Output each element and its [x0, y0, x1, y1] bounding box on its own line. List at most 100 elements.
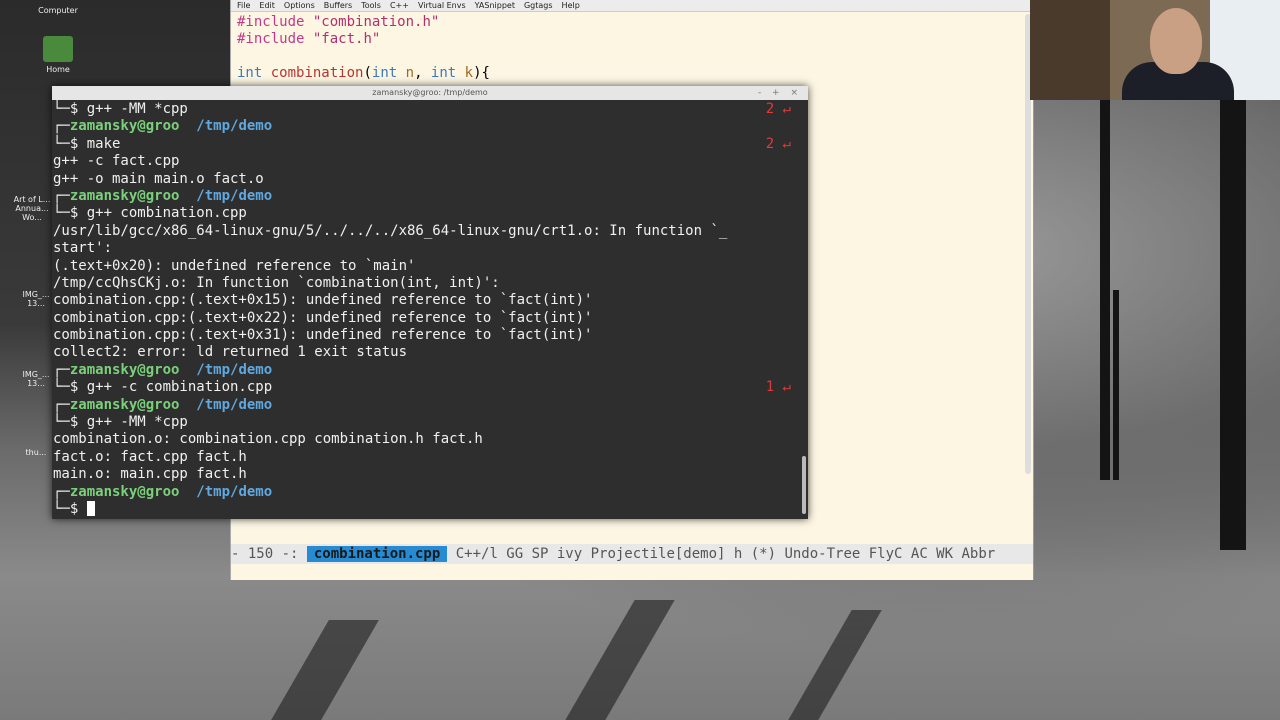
mode-line-prefix: - 150 -: [231, 546, 307, 562]
prompt-user: zamansky@groo [69, 483, 180, 500]
terminal-output-line: g++ -c fact.cpp [53, 153, 180, 170]
wallpaper-shadow [271, 620, 379, 720]
menu-options[interactable]: Options [284, 0, 315, 11]
variable-token: k [464, 65, 474, 81]
prompt-corner: ┌─ [53, 187, 70, 204]
desktop-icon-label: 13... [27, 379, 45, 388]
window-controls[interactable]: - + × [758, 86, 802, 100]
mode-line-buffer-name[interactable]: combination.cpp [306, 546, 448, 562]
desktop-icon-label: IMG_... [22, 370, 50, 379]
menu-edit[interactable]: Edit [259, 0, 275, 11]
terminal-window[interactable]: zamansky@groo: /tmp/demo - + × └─$ g++ -… [52, 86, 808, 519]
terminal-command-line: └─$ g++ combination.cpp [53, 205, 807, 222]
menu-yasnippet[interactable]: YASnippet [475, 0, 515, 11]
editor-buffer[interactable]: #include "combination.h" #include "fact.h… [231, 12, 1033, 84]
terminal-output[interactable]: └─$ g++ -MM *cpp 2 ↵ ┌─zamansky@groo /tmp/… [52, 100, 808, 519]
terminal-output-line: combination.cpp:(.text+0x31): undefined … [53, 327, 593, 344]
wallpaper-shadow [565, 600, 675, 720]
menu-ggtags[interactable]: Ggtags [524, 0, 553, 11]
terminal-output-line: g++ -o main main.o fact.o [53, 170, 264, 187]
prompt-path: /tmp/demo [196, 396, 273, 413]
terminal-command-line: └─$ make 2 ↵ [53, 136, 807, 153]
prompt-path: /tmp/demo [196, 361, 273, 378]
code-token: ){ [473, 65, 490, 81]
prompt-corner: ┌─ [53, 396, 70, 413]
desktop-icon-thumb[interactable]: thu... [18, 448, 54, 457]
webcam-person-head [1150, 8, 1202, 74]
preprocessor-token: #include [237, 14, 305, 30]
menu-cpp[interactable]: C++ [390, 0, 409, 11]
terminal-output-line: fact.o: fact.cpp fact.h [53, 448, 247, 465]
terminal-prompt-line: ┌─zamansky@groo /tmp/demo [53, 484, 807, 501]
desktop-icon-art[interactable]: Art of L... Annua... Wo... [12, 195, 52, 222]
terminal-title: zamansky@groo: /tmp/demo [372, 88, 488, 97]
exit-status: 2 ↵ [765, 101, 791, 117]
terminal-cursor[interactable] [86, 500, 95, 516]
type-token: int [371, 65, 398, 81]
terminal-output-line: /tmp/ccQhsCKj.o: In function `combinatio… [53, 274, 500, 291]
code-line-2: #include "fact.h" [237, 31, 1027, 48]
command-text: └─$ g++ -MM *cpp [53, 414, 188, 431]
prompt-corner: ┌─ [53, 361, 70, 378]
terminal-prompt-line: ┌─zamansky@groo /tmp/demo [53, 188, 807, 205]
terminal-output-line: start': [53, 240, 113, 257]
menu-virtual-envs[interactable]: Virtual Envs [418, 0, 466, 11]
webcam-overlay [1030, 0, 1280, 100]
desktop-icon-home[interactable]: Home [38, 36, 78, 74]
terminal-command-line: └─$ g++ -MM *cpp 2 ↵ [53, 101, 807, 118]
desktop-icon-label: thu... [25, 448, 47, 457]
function-token: combination [270, 65, 364, 81]
terminal-command-line: └─$ g++ -c combination.cpp 1 ↵ [53, 379, 807, 396]
terminal-titlebar[interactable]: zamansky@groo: /tmp/demo - + × [52, 86, 808, 100]
menu-help[interactable]: Help [562, 0, 580, 11]
desktop-icon-label: Home [46, 65, 70, 74]
terminal-output-line: combination.cpp:(.text+0x22): undefined … [53, 309, 593, 326]
wallpaper-tree [1220, 100, 1246, 550]
terminal-input-line: └─$ [53, 500, 807, 518]
desktop-icon-label: Art of L... [13, 195, 51, 204]
desktop-icon-computer[interactable]: Computer [38, 6, 78, 15]
command-text: └─$ g++ -MM *cpp [53, 101, 188, 117]
desktop-icon-img-2[interactable]: IMG_... 13... [18, 370, 54, 388]
terminal-output-line: main.o: main.cpp fact.h [53, 466, 247, 483]
string-token: "combination.h" [312, 14, 440, 30]
command-text: └─$ g++ -c combination.cpp [53, 379, 273, 396]
folder-icon [43, 36, 73, 62]
command-text: └─$ g++ combination.cpp [53, 205, 247, 222]
exit-status: 2 ↵ [765, 135, 791, 152]
prompt-path: /tmp/demo [196, 187, 273, 204]
terminal-command-line: └─$ g++ -MM *cpp [53, 414, 807, 431]
desktop-icon-label: Annua... [15, 204, 49, 213]
mode-line: - 150 -: combination.cpp C++/l GG SP ivy… [231, 544, 1033, 564]
terminal-scrollbar[interactable] [802, 456, 806, 514]
terminal-output-line: (.text+0x20): undefined reference to `ma… [53, 257, 416, 274]
prompt-user: zamansky@groo [69, 361, 180, 378]
prompt-path: /tmp/demo [196, 118, 273, 135]
terminal-output-line: combination.o: combination.cpp combinati… [53, 431, 483, 448]
string-token: "fact.h" [312, 31, 381, 47]
preprocessor-token: #include [237, 31, 305, 47]
variable-token: n [405, 65, 415, 81]
type-token: int [430, 65, 457, 81]
command-text: └─$ [53, 500, 87, 517]
emacs-menubar: File Edit Options Buffers Tools C++ Virt… [231, 0, 1033, 12]
menu-buffers[interactable]: Buffers [324, 0, 352, 11]
code-line-4: int combination(int n, int k){ [237, 65, 490, 81]
prompt-corner: ┌─ [53, 118, 70, 135]
menu-file[interactable]: File [237, 0, 250, 11]
webcam-bookshelf [1030, 0, 1110, 100]
code-line-1: #include "combination.h" [237, 14, 1027, 31]
command-text: └─$ make [53, 135, 121, 152]
desktop-icon-label: 13... [27, 299, 45, 308]
desktop-icon-label: IMG_... [22, 290, 50, 299]
wallpaper-tree [1100, 100, 1110, 480]
type-token: int [237, 65, 263, 81]
terminal-prompt-line: ┌─zamansky@groo /tmp/demo [53, 118, 807, 135]
desktop-icon-img-1[interactable]: IMG_... 13... [18, 290, 54, 308]
menu-tools[interactable]: Tools [361, 0, 381, 11]
prompt-user: zamansky@groo [69, 118, 180, 135]
exit-status: 1 ↵ [765, 379, 791, 396]
wallpaper-shadow [788, 610, 882, 720]
desktop-icon-label: Wo... [22, 213, 42, 222]
